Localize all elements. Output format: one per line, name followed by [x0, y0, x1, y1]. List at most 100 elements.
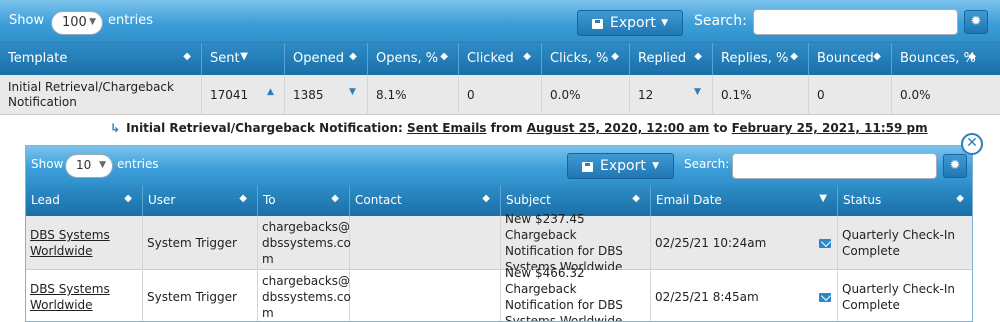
email-date-value: 02/25/21 10:24am: [655, 236, 767, 250]
col-email-date[interactable]: Email Date ▼: [651, 186, 838, 216]
status-line-2: Complete: [842, 244, 900, 258]
inner-settings-button[interactable]: ✹: [943, 154, 967, 178]
inner-search-label: Search:: [684, 157, 730, 171]
inner-entries-select[interactable]: 10 ▼: [65, 154, 113, 178]
col-contact[interactable]: Contact ◆: [350, 186, 501, 216]
col-bounces-pct[interactable]: Bounces, % ◆: [892, 43, 1000, 75]
cell-subject: New $237.45 Chargeback Notification for D…: [501, 212, 651, 274]
col-replies-pct-label: Replies, %: [721, 51, 789, 66]
sort-icon: ◆: [611, 51, 619, 62]
sort-icon: ◆: [968, 51, 976, 62]
return-arrow-icon: ↳: [110, 121, 121, 135]
close-panel-button[interactable]: ✕: [961, 133, 983, 155]
cell-opens-pct: 8.1%: [368, 75, 459, 115]
lead-line-2[interactable]: Worldwide: [30, 298, 93, 312]
entries-select[interactable]: 100 ▼: [51, 11, 103, 35]
cell-to: chargebacks@ dbssystems.co m: [258, 270, 351, 321]
cell-status: Quarterly Check-In Complete: [838, 216, 972, 270]
export-button-label: Export: [610, 15, 656, 31]
clicked-value: 0: [467, 88, 475, 102]
col-to[interactable]: To ◆: [258, 186, 350, 216]
main-toolbar: Show 100 ▼ entries Export ▼ Search: ✹: [0, 0, 1000, 43]
subject-line-2: Notification for DBS: [505, 244, 623, 258]
user-value: System Trigger: [147, 236, 237, 250]
sort-icon: ◆: [183, 51, 191, 62]
to-line-1: chargebacks@: [262, 274, 351, 288]
main-table-header: Template ◆ Sent ▼ Opened ◆ Opens, % ◆ Clicke…: [0, 43, 1000, 75]
table-row[interactable]: Initial Retrieval/Chargeback Notification…: [0, 75, 1000, 115]
sort-desc-icon: ▼: [240, 51, 248, 62]
col-bounced-label: Bounced: [817, 51, 874, 66]
bounces-pct-value: 0.0%: [900, 88, 931, 102]
mail-icon[interactable]: [819, 239, 831, 248]
search-input[interactable]: [753, 9, 958, 35]
sort-icon: ◆: [440, 51, 448, 62]
cell-email-date: 02/25/21 10:24am: [651, 216, 838, 270]
col-clicks-pct[interactable]: Clicks, % ◆: [542, 43, 630, 75]
cell-replies-pct: 0.1%: [713, 75, 809, 115]
col-sent[interactable]: Sent ▼: [202, 43, 285, 75]
lead-line-1[interactable]: DBS Systems: [30, 228, 110, 242]
opens-pct-value: 8.1%: [376, 88, 407, 102]
sort-icon: ◆: [790, 51, 798, 62]
settings-button[interactable]: ✹: [964, 10, 988, 34]
col-opens-pct[interactable]: Opens, % ◆: [368, 43, 459, 75]
col-clicked[interactable]: Clicked ◆: [459, 43, 542, 75]
cell-contact: [350, 216, 501, 270]
col-status[interactable]: Status ◆: [838, 186, 972, 216]
expand-up-icon[interactable]: ▲: [267, 87, 274, 97]
subtitle-template-name: Initial Retrieval/Chargeback Notificatio…: [126, 121, 403, 135]
col-subject-label: Subject: [506, 193, 551, 207]
cell-bounces-pct: 0.0%: [892, 75, 1000, 115]
subtitle-sent-emails-link[interactable]: Sent Emails: [407, 121, 486, 135]
sort-icon: ◆: [482, 193, 490, 204]
inner-entries-label: entries: [117, 157, 159, 171]
col-to-label: To: [263, 193, 276, 207]
entries-select-value: 100: [62, 15, 87, 30]
export-icon: [592, 19, 603, 29]
mail-icon[interactable]: [819, 293, 831, 302]
cell-status: Quarterly Check-In Complete: [838, 270, 972, 321]
col-lead[interactable]: Lead ◆: [26, 186, 143, 216]
replied-value: 12: [638, 88, 654, 102]
col-opened[interactable]: Opened ◆: [285, 43, 368, 75]
col-replied-label: Replied: [638, 51, 687, 66]
subtitle-end-date: February 25, 2021, 11:59 pm: [731, 121, 928, 135]
inner-export-button[interactable]: Export ▼: [567, 153, 674, 179]
table-row[interactable]: DBS Systems Worldwide System Trigger char…: [26, 212, 972, 274]
col-sent-label: Sent: [210, 51, 240, 66]
expand-down-icon[interactable]: ▼: [349, 87, 356, 97]
col-bounced[interactable]: Bounced ◆: [809, 43, 892, 75]
col-opened-label: Opened: [293, 51, 344, 66]
col-replied[interactable]: Replied ◆: [630, 43, 713, 75]
lead-line-1[interactable]: DBS Systems: [30, 282, 110, 296]
col-user[interactable]: User ◆: [143, 186, 258, 216]
inner-entries-select-value: 10: [76, 158, 92, 172]
status-line-1: Quarterly Check-In: [842, 228, 955, 242]
status-line-1: Quarterly Check-In: [842, 282, 955, 296]
chevron-down-icon: ▼: [99, 160, 106, 170]
cell-lead[interactable]: DBS Systems Worldwide: [26, 270, 143, 321]
clicks-pct-value: 0.0%: [550, 88, 581, 102]
table-row[interactable]: DBS Systems Worldwide System Trigger char…: [26, 266, 972, 321]
cell-clicked: 0: [459, 75, 542, 115]
subject-line-1: New $466.32 Chargeback: [505, 266, 585, 296]
col-template[interactable]: Template ◆: [0, 43, 202, 75]
template-line-2: Notification: [8, 95, 77, 109]
sent-value: 17041: [210, 88, 249, 102]
col-template-label: Template: [8, 51, 68, 66]
col-replies-pct[interactable]: Replies, % ◆: [713, 43, 809, 75]
cell-sent: 17041 ▲: [202, 75, 285, 115]
expand-down-icon[interactable]: ▼: [694, 87, 701, 97]
cell-user: System Trigger: [143, 270, 258, 321]
cell-lead[interactable]: DBS Systems Worldwide: [26, 216, 143, 270]
export-button[interactable]: Export ▼: [577, 10, 683, 36]
subject-line-2: Notification for DBS: [505, 298, 623, 312]
cell-replied: 12 ▼: [630, 75, 713, 115]
user-value: System Trigger: [147, 290, 237, 304]
chevron-down-icon: ▼: [661, 18, 668, 28]
lead-line-2[interactable]: Worldwide: [30, 244, 93, 258]
inner-toolbar: Show 10 ▼ entries Export ▼ Search: ✹: [26, 146, 972, 186]
inner-search-input[interactable]: [732, 153, 937, 179]
bounced-value: 0: [817, 88, 825, 102]
